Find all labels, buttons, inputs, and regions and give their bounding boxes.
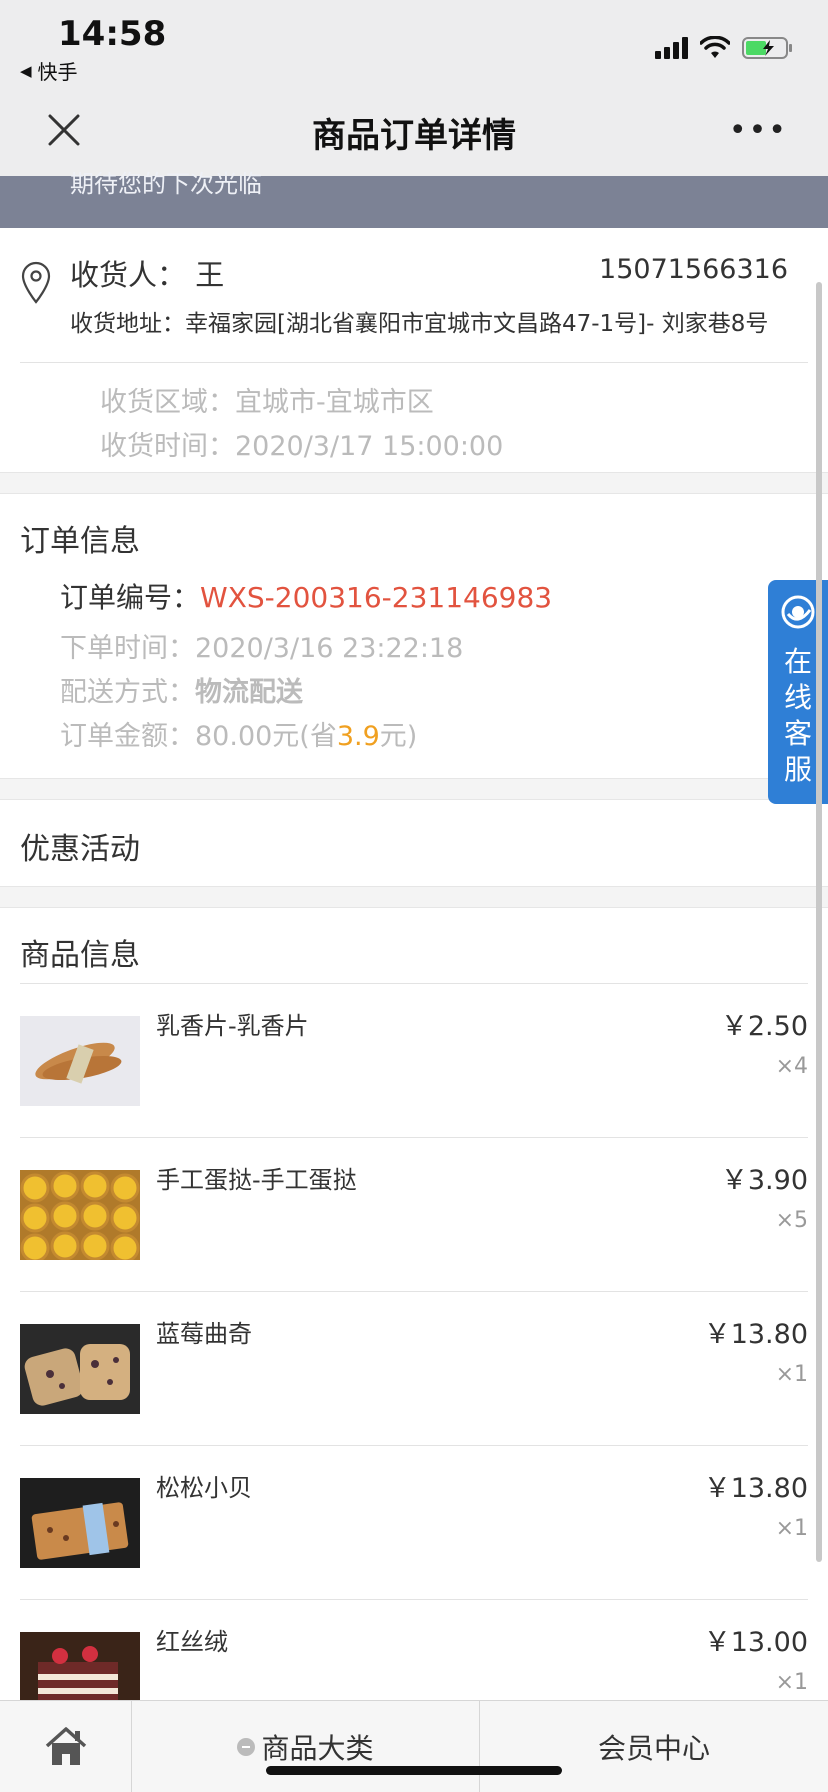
order-number: WXS-200316-231146983 bbox=[200, 581, 553, 614]
product-image-egg-tart bbox=[20, 1170, 140, 1260]
delivery-area: 收货区域：宜城市-宜城市区 bbox=[100, 387, 434, 418]
status-icons bbox=[655, 36, 794, 60]
signal-icon bbox=[655, 37, 688, 59]
section-gap bbox=[0, 886, 828, 908]
home-icon bbox=[45, 1727, 86, 1765]
headset-icon bbox=[781, 595, 815, 629]
order-saved-amount: 3.9 bbox=[336, 721, 380, 752]
receiver-name: 收货人： 王 bbox=[70, 258, 225, 292]
order-amount-suffix: 元) bbox=[379, 721, 418, 752]
product-image-blueberry-cookie bbox=[20, 1324, 140, 1414]
more-icon[interactable]: ••• bbox=[729, 116, 788, 146]
delivery-method-value: 物流配送 bbox=[195, 677, 303, 708]
product-price: ￥13.80 bbox=[703, 1473, 808, 1504]
product-qty: ×1 bbox=[775, 1516, 808, 1541]
location-pin-icon bbox=[21, 261, 51, 304]
bottom-tab-bar: 商品大类 会员中心 bbox=[0, 1700, 828, 1792]
delivery-time: 收货时间：2020/3/17 15:00:00 bbox=[100, 431, 504, 462]
product-item[interactable]: 乳香片-乳香片 ￥2.50 ×4 bbox=[20, 984, 808, 1138]
product-price: ￥13.00 bbox=[703, 1627, 808, 1658]
product-item[interactable]: 手工蛋挞-手工蛋挞 ￥3.90 ×5 bbox=[20, 1138, 808, 1292]
scrollbar[interactable] bbox=[816, 282, 822, 1562]
wifi-icon bbox=[700, 36, 730, 58]
tab-member-label: 会员中心 bbox=[597, 1732, 710, 1765]
promo-section[interactable]: 优惠活动 bbox=[0, 800, 828, 886]
divider bbox=[20, 362, 808, 363]
product-name: 松松小贝 bbox=[156, 1474, 252, 1502]
back-app-label: 快手 bbox=[37, 60, 78, 84]
battery-icon bbox=[742, 37, 792, 59]
main-content: 收货人： 王 15071566316 收货地址：幸福家园[湖北省襄阳市宜城市文昌… bbox=[0, 228, 828, 1754]
order-number-label: 订单编号： bbox=[60, 581, 201, 614]
product-name: 红丝绒 bbox=[156, 1628, 228, 1656]
product-qty: ×5 bbox=[775, 1208, 808, 1233]
tab-member-center[interactable]: 会员中心 bbox=[480, 1701, 828, 1792]
status-time: 14:58 bbox=[58, 14, 167, 54]
product-qty: ×1 bbox=[775, 1670, 808, 1695]
product-name: 蓝莓曲奇 bbox=[156, 1320, 252, 1348]
order-info-section: 订单信息 订单编号：WXS-200316-231146983 下单时间：2020… bbox=[0, 494, 828, 778]
products-section: 商品信息 乳香片-乳香片 ￥2.50 ×4 手工蛋挞-手工蛋挞 ￥3.90 ×5… bbox=[0, 908, 828, 1754]
products-header: 商品信息 bbox=[20, 908, 808, 984]
back-to-app[interactable]: ◀ 快手 bbox=[20, 56, 78, 85]
order-time: 下单时间：2020/3/16 23:22:18 bbox=[60, 633, 464, 664]
product-name: 手工蛋挞-手工蛋挞 bbox=[156, 1166, 357, 1194]
product-price: ￥13.80 bbox=[703, 1319, 808, 1350]
order-amount-row: 订单金额：80.00元(省3.9元) bbox=[60, 714, 417, 753]
order-info-title: 订单信息 bbox=[20, 524, 140, 559]
product-item[interactable]: 蓝莓曲奇 ￥13.80 ×1 bbox=[20, 1292, 808, 1446]
receiver-section: 收货人： 王 15071566316 收货地址：幸福家园[湖北省襄阳市宜城市文昌… bbox=[0, 228, 828, 472]
products-title: 商品信息 bbox=[20, 938, 140, 973]
minus-circle-icon bbox=[237, 1738, 256, 1756]
top-bar: 14:58 ◀ 快手 商品订单详情 ••• bbox=[0, 0, 828, 176]
banner-text: 期待您的下次光临 bbox=[70, 170, 262, 198]
back-triangle-icon: ◀ bbox=[20, 61, 32, 80]
section-gap bbox=[0, 472, 828, 494]
product-image-songsong-xiaobei bbox=[20, 1478, 140, 1568]
product-qty: ×4 bbox=[775, 1054, 808, 1079]
product-qty: ×1 bbox=[775, 1362, 808, 1387]
page-title: 商品订单详情 bbox=[312, 116, 516, 156]
online-service-label: 在线客服 bbox=[783, 645, 812, 786]
product-image-rusk bbox=[20, 1016, 140, 1106]
home-indicator bbox=[266, 1766, 562, 1775]
receiver-phone[interactable]: 15071566316 bbox=[599, 254, 788, 285]
product-item[interactable]: 松松小贝 ￥13.80 ×1 bbox=[20, 1446, 808, 1600]
promo-title: 优惠活动 bbox=[20, 832, 140, 867]
tab-category-label: 商品大类 bbox=[261, 1732, 374, 1765]
delivery-method-row: 配送方式：物流配送 bbox=[60, 670, 303, 709]
order-number-row: 订单编号：WXS-200316-231146983 bbox=[60, 576, 552, 616]
product-name: 乳香片-乳香片 bbox=[156, 1012, 309, 1040]
product-price: ￥2.50 bbox=[720, 1011, 808, 1042]
order-amount-prefix: 订单金额：80.00元(省 bbox=[60, 721, 337, 752]
tab-home[interactable] bbox=[0, 1701, 132, 1792]
delivery-method-label: 配送方式： bbox=[60, 677, 195, 708]
product-price: ￥3.90 bbox=[720, 1165, 808, 1196]
receiver-address: 收货地址：幸福家园[湖北省襄阳市宜城市文昌路47-1号]- 刘家巷8号 bbox=[70, 311, 769, 337]
section-gap bbox=[0, 778, 828, 800]
tab-category[interactable]: 商品大类 bbox=[132, 1701, 480, 1792]
